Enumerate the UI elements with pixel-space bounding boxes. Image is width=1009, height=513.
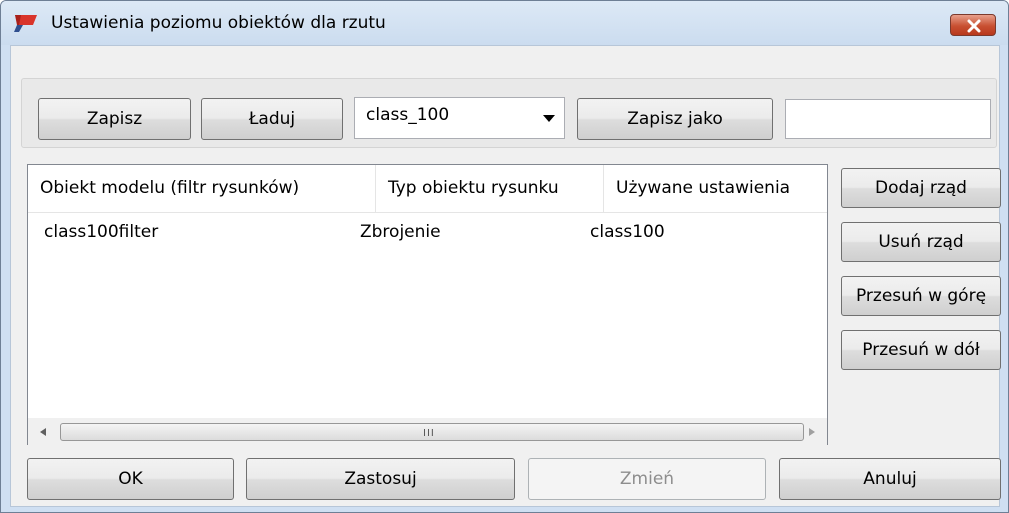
column-header-model-object[interactable]: Obiekt modelu (filtr rysunków): [28, 165, 376, 212]
load-button[interactable]: Ładuj: [201, 98, 343, 140]
move-up-button[interactable]: Przesuń w górę: [841, 276, 1001, 316]
remove-row-button[interactable]: Usuń rząd: [841, 222, 1001, 262]
arrow-right-icon[interactable]: [799, 419, 825, 445]
close-button[interactable]: [950, 14, 996, 36]
horizontal-scrollbar[interactable]: III: [28, 418, 827, 445]
preset-dropdown[interactable]: class_100: [354, 97, 565, 139]
window-title: Ustawienia poziomu obiektów dla rzutu: [51, 13, 386, 33]
cell-drawing-object-type[interactable]: Zbrojenie: [344, 213, 441, 251]
ok-button[interactable]: OK: [27, 458, 234, 500]
column-header-drawing-object-type[interactable]: Typ obiektu rysunku: [376, 165, 604, 212]
close-icon: [967, 19, 981, 33]
table-header: Obiekt modelu (filtr rysunków) Typ obiek…: [28, 165, 827, 213]
app-icon: [14, 15, 37, 32]
settings-table[interactable]: Obiekt modelu (filtr rysunków) Typ obiek…: [27, 164, 828, 445]
cell-settings-used[interactable]: class100: [574, 213, 665, 251]
modify-button[interactable]: Zmień: [528, 458, 766, 500]
scrollbar-thumb[interactable]: III: [60, 423, 804, 441]
save-as-button[interactable]: Zapisz jako: [577, 98, 773, 140]
title-bar: Ustawienia poziomu obiektów dla rzutu: [1, 1, 1008, 45]
scrollbar-grip: III: [423, 428, 435, 439]
save-as-name-input[interactable]: [785, 99, 991, 139]
column-header-settings-used[interactable]: Używane ustawienia: [604, 165, 827, 212]
cell-model-object[interactable]: class100filter: [28, 213, 158, 251]
save-button[interactable]: Zapisz: [38, 98, 191, 140]
preset-dropdown-value: class_100: [366, 105, 450, 125]
cancel-button[interactable]: Anuluj: [779, 458, 1001, 500]
arrow-left-icon[interactable]: [30, 419, 56, 445]
move-down-button[interactable]: Przesuń w dół: [841, 330, 1001, 370]
apply-button[interactable]: Zastosuj: [246, 458, 515, 500]
add-row-button[interactable]: Dodaj rząd: [841, 168, 1001, 208]
chevron-down-icon[interactable]: [543, 115, 555, 122]
